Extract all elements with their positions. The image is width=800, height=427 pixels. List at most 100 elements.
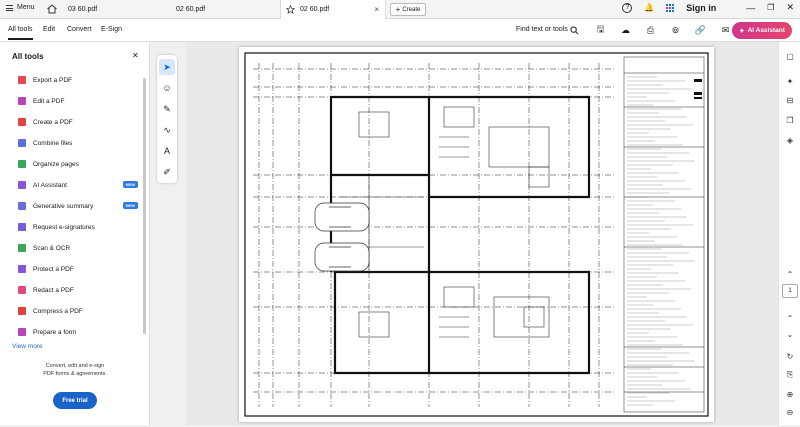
- comment-icon[interactable]: ☺: [159, 80, 175, 96]
- tool-icon: [18, 244, 26, 252]
- search-icon[interactable]: [570, 26, 579, 35]
- email-icon[interactable]: ✉: [719, 24, 732, 36]
- pen-icon[interactable]: ✎: [159, 101, 175, 117]
- draw-icon[interactable]: ∿: [159, 122, 175, 138]
- tool-icon: [18, 160, 26, 168]
- tab-label: 02 60.pdf: [176, 6, 206, 13]
- tool-label: Combine files: [33, 139, 73, 147]
- tool-item[interactable]: Export a PDF: [18, 73, 138, 87]
- select-cursor-icon[interactable]: ➤: [159, 59, 175, 75]
- search-zoom-icon[interactable]: ⊚: [669, 24, 682, 36]
- tool-label: AI Assistant: [33, 181, 67, 189]
- comments-icon[interactable]: ▢: [783, 50, 797, 62]
- floor-plan-drawing: [244, 52, 709, 417]
- close-window-icon[interactable]: ✕: [786, 2, 794, 13]
- zoom-in-icon[interactable]: ⊕: [783, 388, 797, 400]
- tool-item[interactable]: Organize pages: [18, 157, 138, 171]
- star-icon[interactable]: [286, 5, 295, 14]
- panel-title: All tools: [12, 52, 44, 61]
- minimize-icon[interactable]: —: [746, 3, 755, 13]
- tool-item[interactable]: Scan & OCR: [18, 241, 138, 255]
- tool-item[interactable]: Prepare a form: [18, 325, 138, 339]
- tool-label: Organize pages: [33, 160, 79, 168]
- tool-label: Create a PDF: [33, 118, 73, 126]
- close-panel-icon[interactable]: ✕: [132, 51, 139, 60]
- tab-03-60[interactable]: 03 60.pdf: [60, 0, 168, 19]
- tool-icon: [18, 265, 26, 273]
- all-tools-panel: All tools ✕ Export a PDF Edit a PDF Create…: [0, 42, 150, 425]
- page-number-box[interactable]: 1: [782, 284, 798, 298]
- tool-label: Generative summary: [33, 202, 94, 210]
- bookmark-icon[interactable]: ⊟: [783, 94, 797, 106]
- sign-in-button[interactable]: Sign in: [686, 3, 716, 13]
- apps-grid-icon[interactable]: [666, 3, 675, 12]
- tool-label: Scan & OCR: [33, 244, 71, 252]
- create-label: Create: [402, 6, 421, 13]
- panel-scrollbar[interactable]: [143, 78, 146, 334]
- find-text-tools[interactable]: Find text or tools: [516, 26, 568, 33]
- tool-icon: [18, 97, 26, 105]
- tool-item[interactable]: Redact a PDF: [18, 283, 138, 297]
- tab-02-60-active[interactable]: 02 60.pdf ×: [280, 0, 386, 19]
- page-up-chevron-icon[interactable]: ⌃: [783, 312, 797, 324]
- promo-line-1: Convert, edit and e-sign: [45, 363, 105, 369]
- tool-icon: [18, 328, 26, 336]
- tool-item[interactable]: Protect a PDF: [18, 262, 138, 276]
- view-more-link[interactable]: View more: [12, 343, 43, 350]
- page-export-icon[interactable]: ⎘: [783, 369, 797, 381]
- layers-icon[interactable]: ◈: [783, 134, 797, 146]
- main-toolbar: All tools Edit Convert E-Sign Find text …: [0, 19, 800, 42]
- create-button[interactable]: + Create: [390, 3, 426, 16]
- nav-tab-esign[interactable]: E-Sign: [101, 26, 122, 33]
- ai-assistant-button[interactable]: ✦ AI Assistant: [732, 22, 792, 39]
- pages-icon[interactable]: ❐: [783, 114, 797, 126]
- promo-line-2: PDF forms & agreements.: [43, 371, 107, 377]
- free-trial-button[interactable]: Free trial: [53, 392, 97, 409]
- tool-label: Prepare a form: [33, 328, 77, 336]
- nav-tab-convert[interactable]: Convert: [67, 26, 92, 33]
- home-icon[interactable]: [46, 3, 58, 15]
- save-icon[interactable]: 🖫: [594, 24, 607, 36]
- page-down-chevron-icon[interactable]: ⌄: [783, 328, 797, 340]
- nav-tab-edit[interactable]: Edit: [43, 26, 55, 33]
- menu-button[interactable]: Menu: [6, 4, 35, 11]
- document-viewport[interactable]: [186, 42, 778, 425]
- tool-item[interactable]: AI Assistant NEW: [18, 178, 138, 192]
- rotate-icon[interactable]: ↻: [783, 350, 797, 362]
- car-outlines: [314, 202, 370, 272]
- text-box-icon[interactable]: A: [159, 143, 175, 159]
- help-icon[interactable]: ?: [622, 2, 633, 13]
- tool-label: Protect a PDF: [33, 265, 74, 273]
- tool-item[interactable]: Generative summary NEW: [18, 199, 138, 213]
- tool-item[interactable]: Request e-signatures: [18, 220, 138, 234]
- plus-icon: +: [395, 5, 401, 14]
- close-tab-icon[interactable]: ×: [374, 5, 379, 14]
- right-rail: ▢ ✦ ⊟ ❐ ◈ ⌃ 1 ⌃ ⌄ ↻ ⎘ ⊕ ⊖: [778, 42, 800, 425]
- tool-item[interactable]: Combine files: [18, 136, 138, 150]
- tab-bar: Menu 03 60.pdf 02 60.pdf 02 60.pdf × + C…: [0, 0, 800, 19]
- maximize-icon[interactable]: ❐: [767, 3, 774, 12]
- zoom-out-icon[interactable]: ⊖: [783, 406, 797, 418]
- tool-label: Compress a PDF: [33, 307, 83, 315]
- hamburger-icon: [6, 4, 13, 11]
- tool-item[interactable]: Create a PDF: [18, 115, 138, 129]
- menu-label: Menu: [17, 4, 35, 11]
- nav-tab-all-tools[interactable]: All tools: [8, 26, 33, 40]
- new-badge: NEW: [122, 181, 138, 188]
- print-icon[interactable]: ⎙: [644, 24, 657, 36]
- tool-item[interactable]: Compress a PDF: [18, 304, 138, 318]
- stamp-icon[interactable]: ✐: [159, 164, 175, 180]
- upload-cloud-icon[interactable]: ☁: [619, 24, 632, 36]
- notifications-icon[interactable]: 🔔: [644, 3, 654, 12]
- scroll-up-chevron-icon[interactable]: ⌃: [783, 268, 797, 280]
- pdf-page: [239, 47, 714, 422]
- ai-assistant-label: AI Assistant: [747, 27, 785, 34]
- tool-item[interactable]: Edit a PDF: [18, 94, 138, 108]
- tool-icon: [18, 139, 26, 147]
- tool-icon: [18, 286, 26, 294]
- ai-sparkle-icon[interactable]: ✦: [783, 75, 797, 87]
- quick-tools-strip: ➤ ☺ ✎ ∿ A ✐: [157, 55, 177, 183]
- tool-icon: [18, 181, 26, 189]
- link-icon[interactable]: 🔗: [694, 24, 707, 36]
- tab-02-60[interactable]: 02 60.pdf: [168, 0, 276, 19]
